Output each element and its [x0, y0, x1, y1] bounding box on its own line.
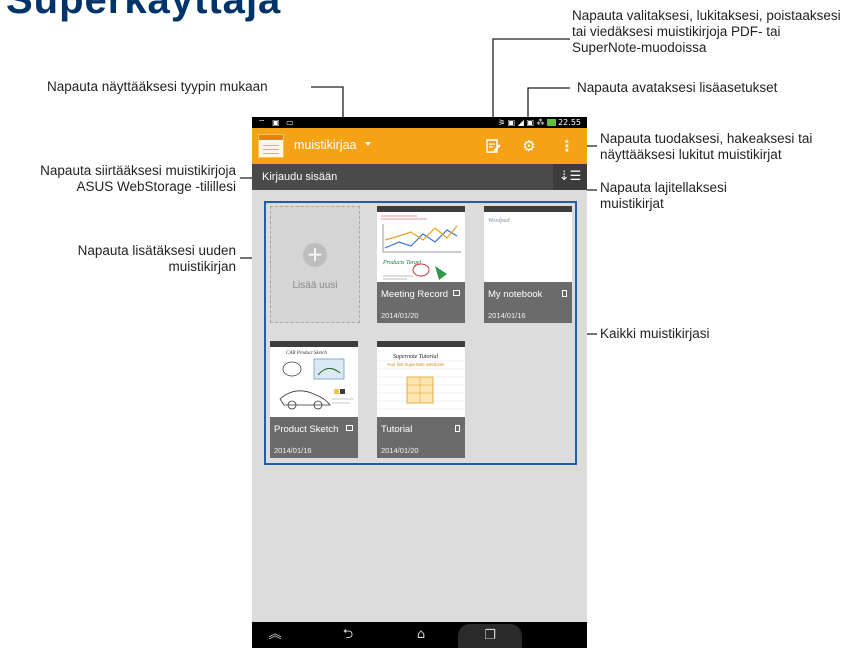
status-right: ⚞ ▣ ◢ ▣ ⁂ 22.55	[498, 117, 581, 128]
supernote-app-icon	[258, 134, 284, 158]
overflow-menu-icon[interactable]: ⋮	[557, 136, 577, 156]
annotation-all-notebooks: Kaikki muistikirjasi	[600, 326, 710, 341]
navigation-bar: ︽ ⮌ ⌂ ❐	[252, 622, 587, 648]
home-icon[interactable]: ⌂	[412, 627, 430, 643]
annotation-webstorage: Napauta siirtääksesi muistikirjoja ASUS …	[40, 163, 236, 194]
back-icon[interactable]: ⮌	[339, 627, 357, 643]
annotation-view-by-type: Napauta näyttääksesi tyypin mukaan	[47, 79, 268, 94]
battery-icon	[547, 119, 557, 126]
annotation-add-new: Napauta lisätäksesi uuden muistikirjan	[77, 243, 236, 274]
notebook-type-dropdown[interactable]: muistikirjaa	[294, 138, 357, 152]
sort-icon[interactable]: ⇣☰	[553, 164, 587, 190]
page-heading-fragment: Superkäyttäjä	[6, 0, 282, 22]
collapse-icon[interactable]: ︽	[266, 627, 284, 643]
sub-toolbar: Kirjaudu sisään ⇣☰	[252, 164, 587, 190]
annotation-open-settings: Napauta avataksesi lisäasetukset	[577, 80, 778, 95]
dropdown-caret-icon[interactable]	[365, 142, 371, 146]
login-link[interactable]: Kirjaudu sisään	[262, 171, 337, 183]
annotation-sort: Napauta lajitellaksesi muistikirjat	[600, 180, 727, 211]
annotation-select-export: Napauta valitaksesi, lukitaksesi, poista…	[572, 8, 841, 55]
status-notification-icons: ⌔ ▣ ▭	[258, 118, 296, 127]
recent-apps-icon[interactable]: ❐	[458, 624, 522, 648]
app-bar: muistikirjaa ⚙ ⋮	[252, 128, 587, 164]
all-notebooks-highlight	[264, 201, 577, 465]
status-bar: ⌔ ▣ ▭ ⚞ ▣ ◢ ▣ ⁂ 22.55	[252, 117, 587, 128]
edit-notebook-icon[interactable]	[483, 136, 503, 156]
status-time: 22.55	[558, 118, 581, 127]
status-signal-icons: ⚞ ▣ ◢ ▣ ⁂	[497, 118, 548, 127]
settings-gear-icon[interactable]: ⚙	[519, 136, 539, 156]
annotation-import-search: Napauta tuodaksesi, hakeaksesi tai näytt…	[600, 131, 813, 162]
